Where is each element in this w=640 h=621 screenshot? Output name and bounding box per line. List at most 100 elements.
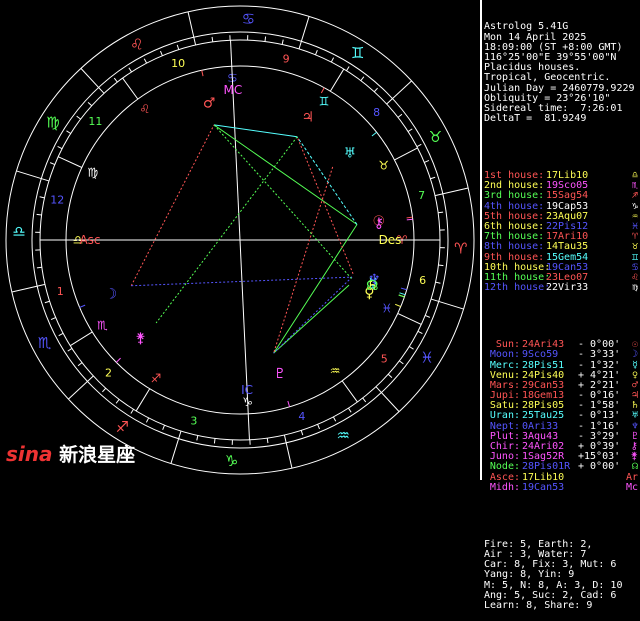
- summary-line: Air : 3, Water: 7: [484, 550, 640, 560]
- degree-tick: [58, 146, 62, 148]
- planet-glyph-icon: ⚷: [374, 215, 384, 231]
- degree-tick: [59, 333, 63, 335]
- degree-tick: [331, 58, 333, 62]
- header-line: DeltaT = 81.9249: [484, 114, 640, 124]
- planet-glyph-icon: ♅: [344, 145, 357, 161]
- planet-name: Midh:: [484, 483, 522, 493]
- planet-tick: [80, 305, 86, 307]
- degree-tick: [68, 376, 93, 399]
- planet-tick: [372, 132, 377, 136]
- house-number: 6: [419, 274, 426, 287]
- des-label: Des: [379, 233, 402, 247]
- zodiac-sign-icon: ♑: [225, 452, 238, 470]
- info-panel: Astrolog 5.41GMon 14 April 202518:09:00 …: [484, 2, 640, 480]
- degree-tick: [399, 361, 403, 364]
- asc-label: Asc: [79, 233, 100, 247]
- degree-tick: [45, 301, 50, 303]
- planet-tick: [407, 217, 413, 218]
- degree-tick: [438, 212, 443, 213]
- planet-glyph-icon: ☊: [366, 278, 378, 294]
- aspect-line: [131, 125, 214, 286]
- planet-latitude: [578, 473, 626, 483]
- planet-tick: [116, 358, 120, 362]
- degree-tick: [163, 425, 165, 430]
- house-cusp-line: [248, 414, 249, 440]
- house-cusps-list: 1st house:17Lib10♎2nd house:19Sco05♏3rd …: [484, 171, 640, 293]
- summary-line: Yang: 8, Yin: 9: [484, 570, 640, 580]
- aspect-line: [214, 125, 351, 279]
- house-number: 8: [373, 106, 380, 119]
- degree-tick: [388, 374, 392, 377]
- house-number: 12: [50, 194, 64, 207]
- degree-tick: [78, 363, 82, 366]
- degree-tick: [424, 160, 429, 162]
- mc-label: MC: [224, 83, 243, 97]
- planet-latitude: [578, 483, 626, 493]
- cusp-sign-icon: ♊: [319, 95, 330, 109]
- planet-glyph-icon: ⚵: [135, 330, 145, 346]
- house-cusp-line: [342, 381, 357, 402]
- house-number: 1: [57, 285, 64, 298]
- house-cusp-line: [58, 157, 82, 168]
- planet-position: 17Lib10: [522, 473, 578, 483]
- planet-tick: [401, 288, 407, 290]
- degree-tick: [346, 66, 349, 70]
- degree-tick: [50, 163, 55, 165]
- house-cusp-line: [70, 332, 92, 346]
- degree-tick: [114, 78, 117, 82]
- degree-tick: [409, 346, 413, 349]
- degree-tick: [299, 16, 309, 48]
- degree-tick: [417, 144, 421, 146]
- aspect-line: [274, 277, 352, 353]
- degree-tick: [12, 284, 45, 292]
- degree-tick: [37, 214, 42, 215]
- degree-tick: [102, 388, 105, 392]
- summary-line: Fire: 5, Earth: 2,: [484, 540, 640, 550]
- degree-tick: [387, 81, 412, 104]
- degree-tick: [376, 387, 399, 412]
- zodiac-sign-icon: ♊: [351, 44, 364, 62]
- aspect-line: [214, 125, 357, 225]
- cusp-sign-icon: ♌: [140, 102, 151, 116]
- zodiac-sign-icon: ♋: [242, 10, 255, 28]
- house-cusp-line: [394, 148, 417, 160]
- chart-wheel-svg: ♈♉♊♋♌♍♎♏♐♑♒♓1♎2♏3♐4♑5♒6♓7♈8♉9♊10♋11♌12♍A…: [0, 0, 480, 480]
- ic-label: IC: [241, 383, 253, 397]
- degree-tick: [315, 50, 317, 55]
- degree-tick: [301, 430, 303, 435]
- chart-header-info: Astrolog 5.41GMon 14 April 202518:09:00 …: [484, 22, 640, 124]
- degree-tick: [282, 40, 283, 45]
- planet-tick: [407, 219, 413, 220]
- planet-glyph-icon: ♇: [274, 366, 287, 382]
- astrology-chart-wheel: ♈♉♊♋♌♍♎♏♐♑♒♓1♎2♏3♐4♑5♒6♓7♈8♉9♊10♋11♌12♍A…: [0, 0, 480, 480]
- aspect-line: [274, 167, 333, 353]
- house-number: 11: [88, 115, 102, 128]
- house-cusp-line: [231, 40, 232, 66]
- house-value: 22Vir33: [546, 283, 588, 293]
- planet-latitude: + 0°00': [578, 462, 626, 472]
- summary-line: Learn: 8, Share: 9: [484, 601, 640, 611]
- planet-glyph-icon: ♃: [301, 109, 314, 125]
- degree-tick: [177, 45, 179, 50]
- planet-name: Asce:: [484, 473, 522, 483]
- cusp-sign-icon: ♒: [330, 364, 341, 378]
- zodiac-sign-icon: ♒: [336, 426, 349, 444]
- house-row: 12th house:22Vir33♍: [484, 283, 640, 293]
- degree-tick: [398, 114, 402, 117]
- element-summary: Fire: 5, Earth: 2,Air : 3, Water: 7Car: …: [484, 540, 640, 611]
- degree-tick: [129, 68, 132, 72]
- planet-name: Moon:: [484, 350, 522, 360]
- degree-tick: [212, 37, 213, 42]
- cusp-sign-icon: ♏: [97, 319, 108, 333]
- degree-tick: [146, 418, 148, 422]
- degree-tick: [408, 129, 412, 132]
- house-number: 3: [190, 415, 197, 428]
- degree-tick: [88, 102, 92, 105]
- planet-row: Moon:9Sco59- 3°33'☽: [484, 350, 640, 360]
- degree-tick: [214, 438, 215, 443]
- degree-tick: [197, 436, 198, 441]
- cusp-sign-icon: ♉: [378, 158, 389, 172]
- degree-tick: [66, 131, 70, 134]
- panel-divider: [480, 0, 482, 480]
- planet-tick: [321, 88, 324, 93]
